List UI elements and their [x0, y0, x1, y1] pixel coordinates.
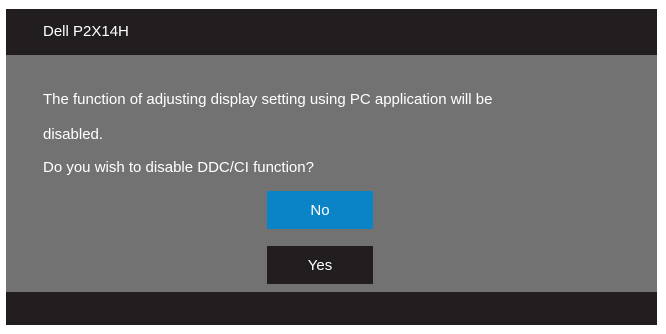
osd-footer	[6, 292, 657, 325]
message-line-2: disabled.	[43, 126, 104, 143]
confirmation-question: Do you wish to disable DDC/CI function?	[43, 159, 314, 176]
message-line-1: The function of adjusting display settin…	[43, 91, 493, 108]
no-button[interactable]: No	[267, 191, 373, 229]
osd-header: Dell P2X14H	[6, 9, 657, 55]
monitor-model-title: Dell P2X14H	[43, 23, 129, 40]
osd-dialog: Dell P2X14H The function of adjusting di…	[6, 9, 657, 325]
osd-body: The function of adjusting display settin…	[6, 55, 657, 292]
no-button-label: No	[310, 201, 330, 219]
yes-button-label: Yes	[307, 256, 333, 274]
yes-button[interactable]: Yes	[267, 246, 373, 284]
